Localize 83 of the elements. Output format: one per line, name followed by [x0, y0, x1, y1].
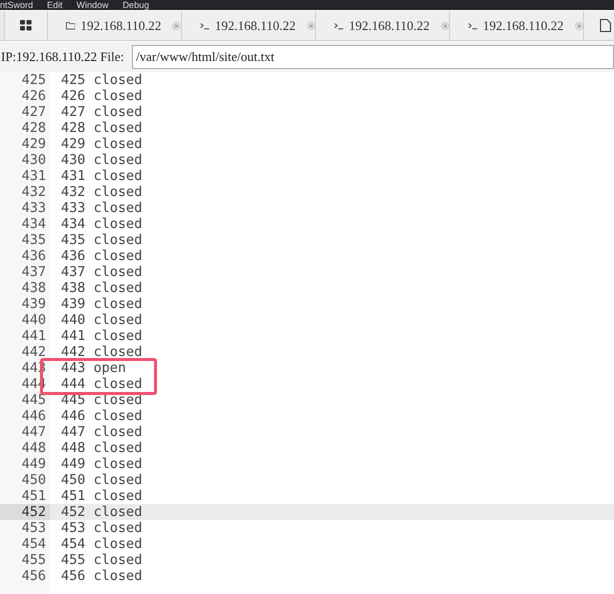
code-line: 435 closed [60, 232, 142, 248]
line-number: 439 [20, 296, 47, 312]
code-line: 450 closed [60, 472, 142, 488]
line-number: 454 [20, 536, 47, 552]
line-number: 455 [20, 552, 47, 568]
code-line: 439 closed [60, 296, 142, 312]
file-label: IP:192.168.110.22 File: [1, 48, 124, 66]
line-number: 450 [20, 472, 47, 488]
code-line: 428 closed [60, 120, 142, 136]
code-line: 451 closed [60, 488, 142, 504]
tab[interactable]: 192.168.110.22 [181, 11, 315, 40]
code-line: 442 closed [60, 344, 142, 360]
line-number: 426 [20, 88, 47, 104]
tab[interactable]: 192.168.110.22 [449, 11, 583, 40]
code-line: 448 closed [60, 440, 142, 456]
line-number: 427 [20, 104, 47, 120]
menu-item[interactable]: ntSword [0, 0, 34, 10]
code-line: 456 closed [60, 568, 142, 584]
tab[interactable] [583, 11, 614, 40]
line-number: 449 [20, 456, 47, 472]
code-line: 452 closed [60, 504, 142, 520]
code-line: 437 closed [60, 264, 142, 280]
menu-item[interactable]: Window [76, 0, 109, 10]
line-number: 441 [20, 328, 47, 344]
code-line: 434 closed [60, 216, 142, 232]
grid-icon [20, 20, 32, 31]
tab[interactable] [4, 11, 47, 40]
close-icon[interactable] [440, 20, 449, 32]
code-line: 453 closed [60, 520, 142, 536]
code-line: 454 closed [60, 536, 142, 552]
line-number: 429 [20, 136, 47, 152]
code-line: 427 closed [60, 104, 142, 120]
code-line: 440 closed [60, 312, 142, 328]
code-line: 443 open [60, 360, 126, 376]
line-number: 447 [20, 424, 47, 440]
code-line: 430 closed [60, 152, 142, 168]
code-line: 444 closed [60, 376, 142, 392]
line-number: 453 [20, 520, 47, 536]
line-number: 451 [20, 488, 47, 504]
tab[interactable]: 192.168.110.22 [47, 11, 181, 40]
line-number: 428 [20, 120, 47, 136]
code-line: 425 closed [60, 72, 142, 88]
code-line: 429 closed [60, 136, 142, 152]
line-number: 456 [20, 568, 47, 584]
line-number: 440 [20, 312, 47, 328]
code-line: 431 closed [60, 168, 142, 184]
line-number: 430 [20, 152, 47, 168]
tab[interactable]: 192.168.110.22 [315, 11, 449, 40]
line-number: 437 [20, 264, 47, 280]
close-icon[interactable] [306, 20, 315, 32]
code-line: 433 closed [60, 200, 142, 216]
close-icon[interactable] [172, 20, 181, 32]
line-number: 432 [20, 184, 47, 200]
code-line: 446 closed [60, 408, 142, 424]
code-line: 432 closed [60, 184, 142, 200]
terminal-icon [200, 20, 210, 30]
line-number: 448 [20, 440, 47, 456]
menu-item[interactable]: Debug [122, 0, 150, 10]
code-line: 426 closed [60, 88, 142, 104]
line-number: 442 [20, 344, 47, 360]
line-number: 446 [20, 408, 47, 424]
line-number: 452 [0, 504, 50, 520]
line-number: 431 [20, 168, 47, 184]
code-line: 449 closed [60, 456, 142, 472]
terminal-icon [468, 20, 478, 30]
code-line: 441 closed [60, 328, 142, 344]
line-number: 425 [20, 72, 47, 88]
line-number: 445 [20, 392, 47, 408]
close-icon[interactable] [574, 20, 583, 32]
line-number: 433 [20, 200, 47, 216]
line-number: 436 [20, 248, 47, 264]
file-icon [600, 19, 611, 32]
line-number: 434 [20, 216, 47, 232]
menu-item[interactable]: Edit [47, 0, 63, 10]
code-line: 438 closed [60, 280, 142, 296]
line-number: 438 [20, 280, 47, 296]
terminal-icon [334, 20, 344, 30]
line-number: 435 [20, 232, 47, 248]
code-line: 436 closed [60, 248, 142, 264]
code-line: 455 closed [60, 552, 142, 568]
folder-icon [66, 20, 76, 31]
code-line: 447 closed [60, 424, 142, 440]
path-field[interactable]: /var/www/html/site/out.txt [132, 45, 614, 69]
